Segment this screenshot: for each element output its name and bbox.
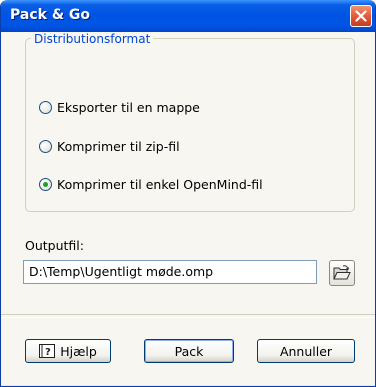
output-file-input[interactable]: D:\Temp\Ugentligt møde.omp: [23, 260, 317, 284]
help-label: Hjælp: [60, 343, 97, 359]
radio-button[interactable]: [39, 101, 52, 114]
radio-selected-dot: [43, 182, 48, 187]
svg-text:?: ?: [45, 347, 51, 358]
radio-label[interactable]: Komprimer til enkel OpenMind-fil: [57, 177, 263, 192]
footer-separator: [1, 314, 375, 318]
help-book-icon: ?: [39, 344, 56, 358]
cancel-button[interactable]: Annuller: [257, 339, 355, 363]
help-button[interactable]: ? Hjælp: [25, 339, 111, 363]
close-button[interactable]: [350, 5, 372, 27]
radio-label[interactable]: Komprimer til zip-fil: [57, 139, 180, 154]
group-label: Distributionsformat: [31, 32, 154, 46]
radio-button-selected[interactable]: [39, 178, 52, 191]
dialog-title: Pack & Go: [10, 7, 91, 23]
title-bar[interactable]: Pack & Go: [1, 0, 375, 32]
pack-and-go-dialog: Pack & Go Distributionsformat Eksporter …: [0, 0, 376, 387]
cancel-label: Annuller: [279, 343, 333, 359]
pack-label: Pack: [174, 343, 204, 359]
output-file-label: Outputfil:: [25, 238, 84, 253]
browse-button[interactable]: [329, 260, 355, 286]
pack-button[interactable]: Pack: [144, 339, 234, 363]
radio-label[interactable]: Eksporter til en mappe: [57, 100, 200, 115]
radio-button[interactable]: [39, 140, 52, 153]
close-icon: [355, 10, 367, 22]
open-folder-icon: [333, 265, 351, 280]
